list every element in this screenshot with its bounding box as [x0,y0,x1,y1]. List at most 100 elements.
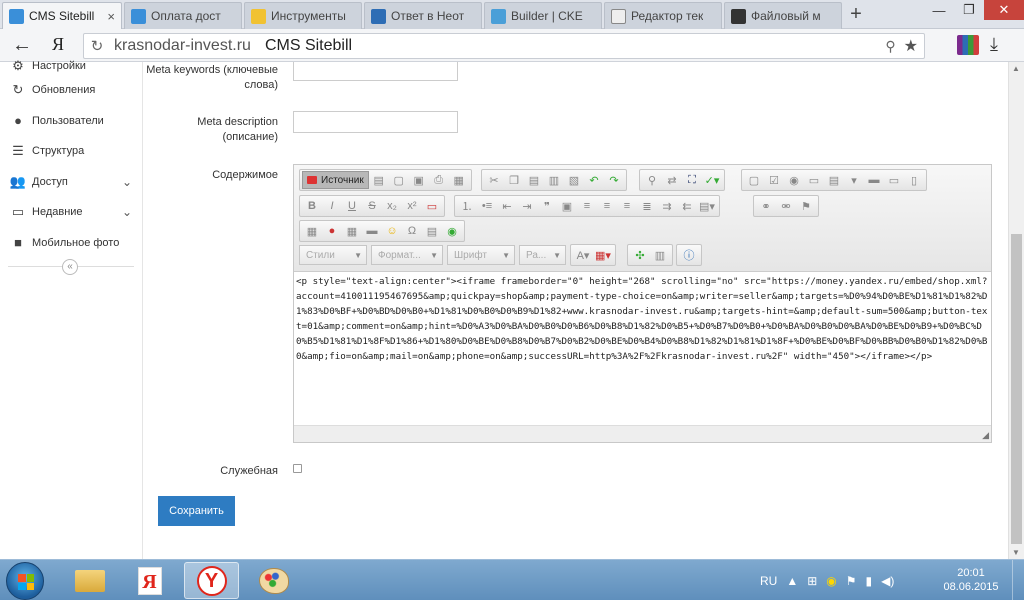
meta-description-input[interactable] [293,111,458,133]
align-center-icon[interactable]: ≡ [597,197,617,215]
blockquote-icon[interactable]: ❞ [537,197,557,215]
page-break-icon[interactable]: ▤ [422,222,442,240]
superscript-icon[interactable]: x² [402,197,422,215]
language-indicator[interactable]: RU [760,574,777,588]
reload-icon[interactable]: ↻ [84,37,110,55]
size-select[interactable]: Ра... ▼ [519,245,566,265]
find-icon[interactable]: ⚲ [642,171,662,189]
underline-icon[interactable]: U [342,197,362,215]
minimize-button[interactable]: — [924,0,954,20]
sidebar-item-access[interactable]: 👥 Доступ ⌄ [0,167,142,198]
scroll-down-icon[interactable]: ▼ [1012,548,1020,557]
table-icon[interactable]: ▦ [342,222,362,240]
format-select[interactable]: Формат... ▼ [371,245,443,265]
windows-flag-icon[interactable]: ⊞ [807,574,817,588]
spellcheck-icon[interactable]: ✓▾ [702,171,722,189]
taskbar-yandex[interactable]: Я [122,562,177,599]
print-icon[interactable]: ⎙ [429,171,449,189]
cut-icon[interactable]: ✂ [484,171,504,189]
smiley-icon[interactable]: ☺ [382,222,402,240]
outdent-icon[interactable]: ⇤ [497,197,517,215]
italic-icon[interactable]: I [322,197,342,215]
textfield-icon[interactable]: ▭ [804,171,824,189]
horizontal-line-icon[interactable]: ▬ [362,222,382,240]
scroll-thumb[interactable] [1011,234,1022,544]
taskbar-explorer[interactable] [62,562,117,599]
service-checkbox[interactable] [293,464,302,473]
language-icon[interactable]: ▤▾ [697,197,717,215]
radio-icon[interactable]: ◉ [784,171,804,189]
templates-icon[interactable]: ▦ [449,171,469,189]
show-blocks-icon[interactable]: ▥ [650,246,670,264]
unlink-icon[interactable]: ⚮ [776,197,796,215]
bookmark-star-icon[interactable]: ★ [904,36,918,56]
form-icon[interactable]: ▢ [744,171,764,189]
show-desktop-button[interactable] [1012,560,1024,600]
info-icon[interactable]: ⓘ [679,246,699,264]
sidebar-item-settings[interactable]: ⚙ Настройки [0,58,142,73]
div-container-icon[interactable]: ▣ [557,197,577,215]
close-window-button[interactable]: ✕ [984,0,1024,20]
button-icon[interactable]: ▬ [864,171,884,189]
subscript-icon[interactable]: x₂ [382,197,402,215]
taskbar-paint[interactable] [246,562,301,599]
preview-icon[interactable]: ▣ [409,171,429,189]
bold-icon[interactable]: B [302,197,322,215]
download-icon[interactable]: ⤓ [990,34,998,55]
update-icon[interactable]: ◉ [826,574,836,588]
save-button[interactable]: Сохранить [158,496,235,526]
select-all-icon[interactable]: ⛶ [682,171,702,189]
meta-keywords-input[interactable] [293,62,458,81]
replace-icon[interactable]: ⇄ [662,171,682,189]
volume-icon[interactable]: ◀) [881,574,894,588]
resize-handle-icon[interactable]: ◢ [982,430,989,441]
align-left-icon[interactable]: ≡ [577,197,597,215]
special-char-icon[interactable]: Ω [402,222,422,240]
strike-icon[interactable]: S [362,197,382,215]
text-color-icon[interactable]: A▾ [573,246,593,264]
start-button[interactable] [6,562,44,600]
tab-instrumenty[interactable]: Инструменты [244,2,362,29]
paste-icon[interactable]: ▤ [524,171,544,189]
sidebar-item-users[interactable]: ● Пользователи [0,106,142,137]
hidden-field-icon[interactable]: ▯ [904,171,924,189]
clock[interactable]: 20:01 08.06.2015 [934,566,1008,594]
back-button[interactable]: ← [12,34,32,57]
taskbar-yandex-browser[interactable]: Y [184,562,239,599]
new-page-icon[interactable]: ▢ [389,171,409,189]
styles-select[interactable]: Стили ▼ [299,245,367,265]
ltr-icon[interactable]: ⇉ [657,197,677,215]
flash-icon[interactable]: ● [322,222,342,240]
image-icon[interactable]: ▦ [302,222,322,240]
numbered-list-icon[interactable]: ⒈ [457,197,477,215]
tab-oplata[interactable]: Оплата дост [124,2,242,29]
editor-source-textarea[interactable]: <p style="text-align:center"><iframe fra… [294,272,991,425]
tab-faylovy[interactable]: Файловый м [724,2,842,29]
source-button[interactable]: Источник [302,171,369,189]
image-button-icon[interactable]: ▭ [884,171,904,189]
winrar-extension-icon[interactable] [957,35,979,55]
font-select[interactable]: Шрифт ▼ [447,245,515,265]
paste-word-icon[interactable]: ▧ [564,171,584,189]
sidebar-item-structure[interactable]: ☰ Структура [0,136,142,167]
scroll-up-icon[interactable]: ▲ [1012,64,1020,73]
tray-expand-icon[interactable]: ▲ [786,574,798,588]
save-doc-icon[interactable]: ▤ [369,171,389,189]
action-center-icon[interactable]: ⚑ [846,574,857,588]
page-scrollbar[interactable]: ▲ ▼ [1008,62,1024,559]
checkbox-icon[interactable]: ☑ [764,171,784,189]
paste-text-icon[interactable]: ▥ [544,171,564,189]
maximize-button[interactable]: ❐ [954,0,984,20]
anchor-icon[interactable]: ⚑ [796,197,816,215]
bulleted-list-icon[interactable]: •≡ [477,197,497,215]
indent-icon[interactable]: ⇥ [517,197,537,215]
maximize-icon[interactable]: ✣ [630,246,650,264]
iframe-icon[interactable]: ◉ [442,222,462,240]
sidebar-item-recent[interactable]: ▭ Недавние ⌄ [0,197,142,228]
tab-builder[interactable]: Builder | CKE [484,2,602,29]
bg-color-icon[interactable]: ▦▾ [593,246,613,264]
copy-icon[interactable]: ❐ [504,171,524,189]
justify-icon[interactable]: ≣ [637,197,657,215]
link-icon[interactable]: ⚭ [756,197,776,215]
tab-cms-sitebill[interactable]: CMS Sitebill × [2,2,122,29]
